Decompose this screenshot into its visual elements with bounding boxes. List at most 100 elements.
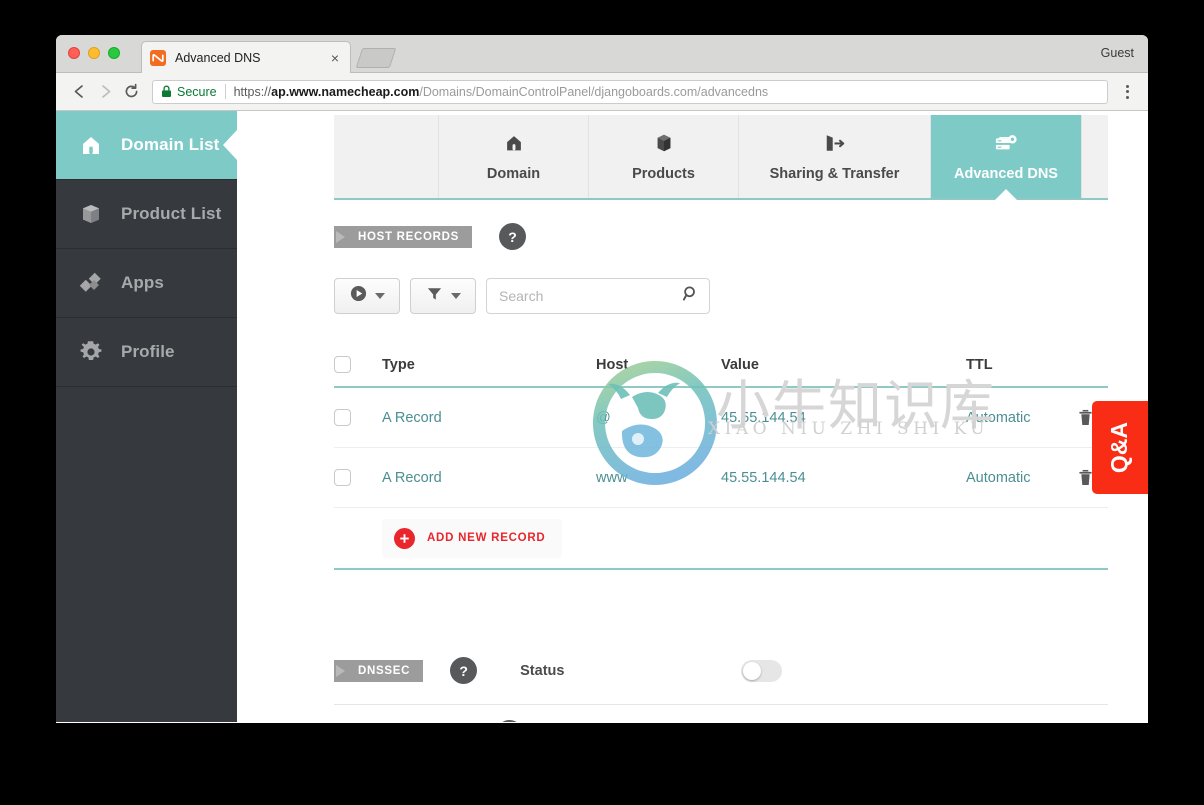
help-icon[interactable]: ?	[499, 223, 527, 250]
tab-advanced-dns[interactable]: Advanced DNS	[931, 115, 1081, 198]
url-input[interactable]: Secure https://ap.www.namecheap.com/Doma…	[152, 79, 1108, 104]
browser-window: Advanced DNS × Guest Secure https://ap.w…	[56, 35, 1148, 723]
plus-circle-icon	[394, 527, 415, 549]
trash-icon[interactable]	[1077, 408, 1094, 427]
window-controls	[68, 47, 120, 59]
trash-icon[interactable]	[1077, 468, 1094, 487]
chevron-down-icon	[450, 293, 461, 299]
maximize-window-button[interactable]	[108, 47, 120, 59]
main-content: Domain Products Sharing & Transfer Advan…	[237, 111, 1148, 722]
filter-dropdown-button[interactable]	[410, 278, 476, 314]
url-text: https://ap.www.namecheap.com/Domains/Dom…	[234, 85, 769, 99]
reload-icon[interactable]	[118, 79, 144, 105]
tab-products[interactable]: Products	[589, 115, 739, 198]
sidebar-item-domain-list[interactable]: Domain List	[56, 111, 237, 180]
tab-domain[interactable]: Domain	[439, 115, 589, 198]
help-icon[interactable]: ?	[450, 657, 478, 684]
record-type[interactable]: A Record	[382, 410, 596, 426]
chevron-down-icon	[374, 293, 385, 299]
record-value[interactable]: 45.55.144.54	[721, 470, 966, 486]
section-divider	[334, 704, 1108, 705]
url-scheme: https://	[233, 84, 272, 99]
dnssec-status-toggle[interactable]	[741, 659, 783, 682]
column-header-ttl: TTL	[966, 356, 993, 373]
secure-label: Secure	[177, 84, 217, 99]
browser-tab-strip: Advanced DNS × Guest	[56, 35, 1148, 73]
record-host[interactable]: www	[596, 470, 721, 486]
host-records-header: HOST RECORDS ?	[334, 223, 1108, 250]
action-dropdown-button[interactable]	[334, 278, 400, 314]
tab-strip-left-spacer	[334, 115, 439, 198]
dnssec-section-title: DNSSEC	[334, 659, 424, 682]
row-checkbox[interactable]	[334, 409, 351, 426]
namecheap-logo-icon	[150, 49, 166, 66]
row-checkbox[interactable]	[334, 469, 351, 486]
gear-icon	[76, 339, 106, 365]
table-row[interactable]: A Record www 45.55.144.54 Automatic	[334, 448, 1108, 508]
sidebar-item-label: Apps	[121, 273, 164, 292]
qa-tab-label: Q&A	[1106, 421, 1133, 474]
omnibox-divider	[224, 84, 226, 99]
sidebar-item-profile[interactable]: Profile	[56, 318, 237, 387]
dnssec-section: DNSSEC ? Status	[334, 647, 1108, 705]
page-viewport: Domain List Product List Apps Profile Do…	[56, 111, 1148, 722]
sidebar-item-label: Domain List	[121, 135, 220, 154]
browser-tab[interactable]: Advanced DNS ×	[141, 41, 351, 73]
play-circle-icon	[350, 285, 367, 307]
server-gear-icon	[993, 132, 1019, 159]
column-header-value: Value	[721, 356, 759, 373]
table-row[interactable]: A Record @ 45.55.144.54 Automatic	[334, 388, 1108, 448]
dnssec-status-label: Status	[520, 662, 565, 679]
sidebar-item-apps[interactable]: Apps	[56, 249, 237, 318]
tab-label: Products	[632, 165, 695, 182]
box-icon	[653, 132, 675, 159]
mail-settings-section: MAIL SETTINGS ? Email Forwarding	[334, 720, 1108, 722]
tab-label: Domain	[486, 165, 541, 182]
lock-icon	[161, 85, 172, 98]
record-value[interactable]: 45.55.144.54	[721, 410, 966, 426]
kebab-menu-icon[interactable]	[1116, 79, 1138, 105]
url-host: ap.www.namecheap.com	[271, 84, 420, 99]
search-input[interactable]	[497, 287, 682, 305]
tab-label: Sharing & Transfer	[769, 165, 900, 182]
browser-tab-title: Advanced DNS	[175, 50, 261, 65]
select-all-checkbox[interactable]	[334, 356, 351, 373]
box-icon	[76, 202, 106, 226]
record-ttl[interactable]: Automatic	[966, 470, 1062, 486]
funnel-icon	[426, 285, 443, 307]
sidebar-item-label: Profile	[121, 342, 175, 361]
home-icon	[76, 133, 106, 157]
minimize-window-button[interactable]	[88, 47, 100, 59]
sidebar: Domain List Product List Apps Profile	[56, 111, 237, 722]
host-records-table: Type Host Value TTL A Record @ 45.55.144…	[334, 343, 1108, 570]
add-record-row: ADD NEW RECORD	[334, 508, 1108, 570]
back-arrow-icon[interactable]	[66, 79, 92, 105]
add-new-record-label: ADD NEW RECORD	[427, 532, 546, 544]
record-type[interactable]: A Record	[382, 470, 596, 486]
tab-strip-right-spacer	[1081, 115, 1108, 198]
record-host[interactable]: @	[596, 410, 721, 426]
help-icon[interactable]: ?	[495, 720, 523, 722]
search-box[interactable]	[486, 278, 710, 314]
add-new-record-button[interactable]: ADD NEW RECORD	[382, 518, 563, 558]
row-checkbox-cell	[334, 469, 382, 486]
column-header-type: Type	[382, 356, 415, 373]
guest-profile-label[interactable]: Guest	[1101, 46, 1134, 60]
tab-sharing-transfer[interactable]: Sharing & Transfer	[739, 115, 931, 198]
toggle-knob	[743, 661, 762, 680]
forward-arrow-icon[interactable]	[92, 79, 118, 105]
qa-side-tab[interactable]: Q&A	[1092, 401, 1148, 494]
records-toolbar	[334, 278, 1108, 314]
close-icon[interactable]: ×	[328, 51, 342, 65]
close-window-button[interactable]	[68, 47, 80, 59]
browser-address-bar: Secure https://ap.www.namecheap.com/Doma…	[56, 73, 1148, 111]
sidebar-item-product-list[interactable]: Product List	[56, 180, 237, 249]
record-ttl[interactable]: Automatic	[966, 410, 1062, 426]
share-arrow-icon	[822, 132, 848, 159]
search-icon[interactable]	[682, 285, 699, 307]
diamonds-icon	[76, 271, 106, 295]
column-header-host: Host	[596, 356, 629, 373]
select-all-checkbox-cell	[334, 356, 382, 373]
new-tab-button[interactable]	[355, 48, 397, 68]
url-path: /Domains/DomainControlPanel/djangoboards…	[419, 84, 769, 99]
